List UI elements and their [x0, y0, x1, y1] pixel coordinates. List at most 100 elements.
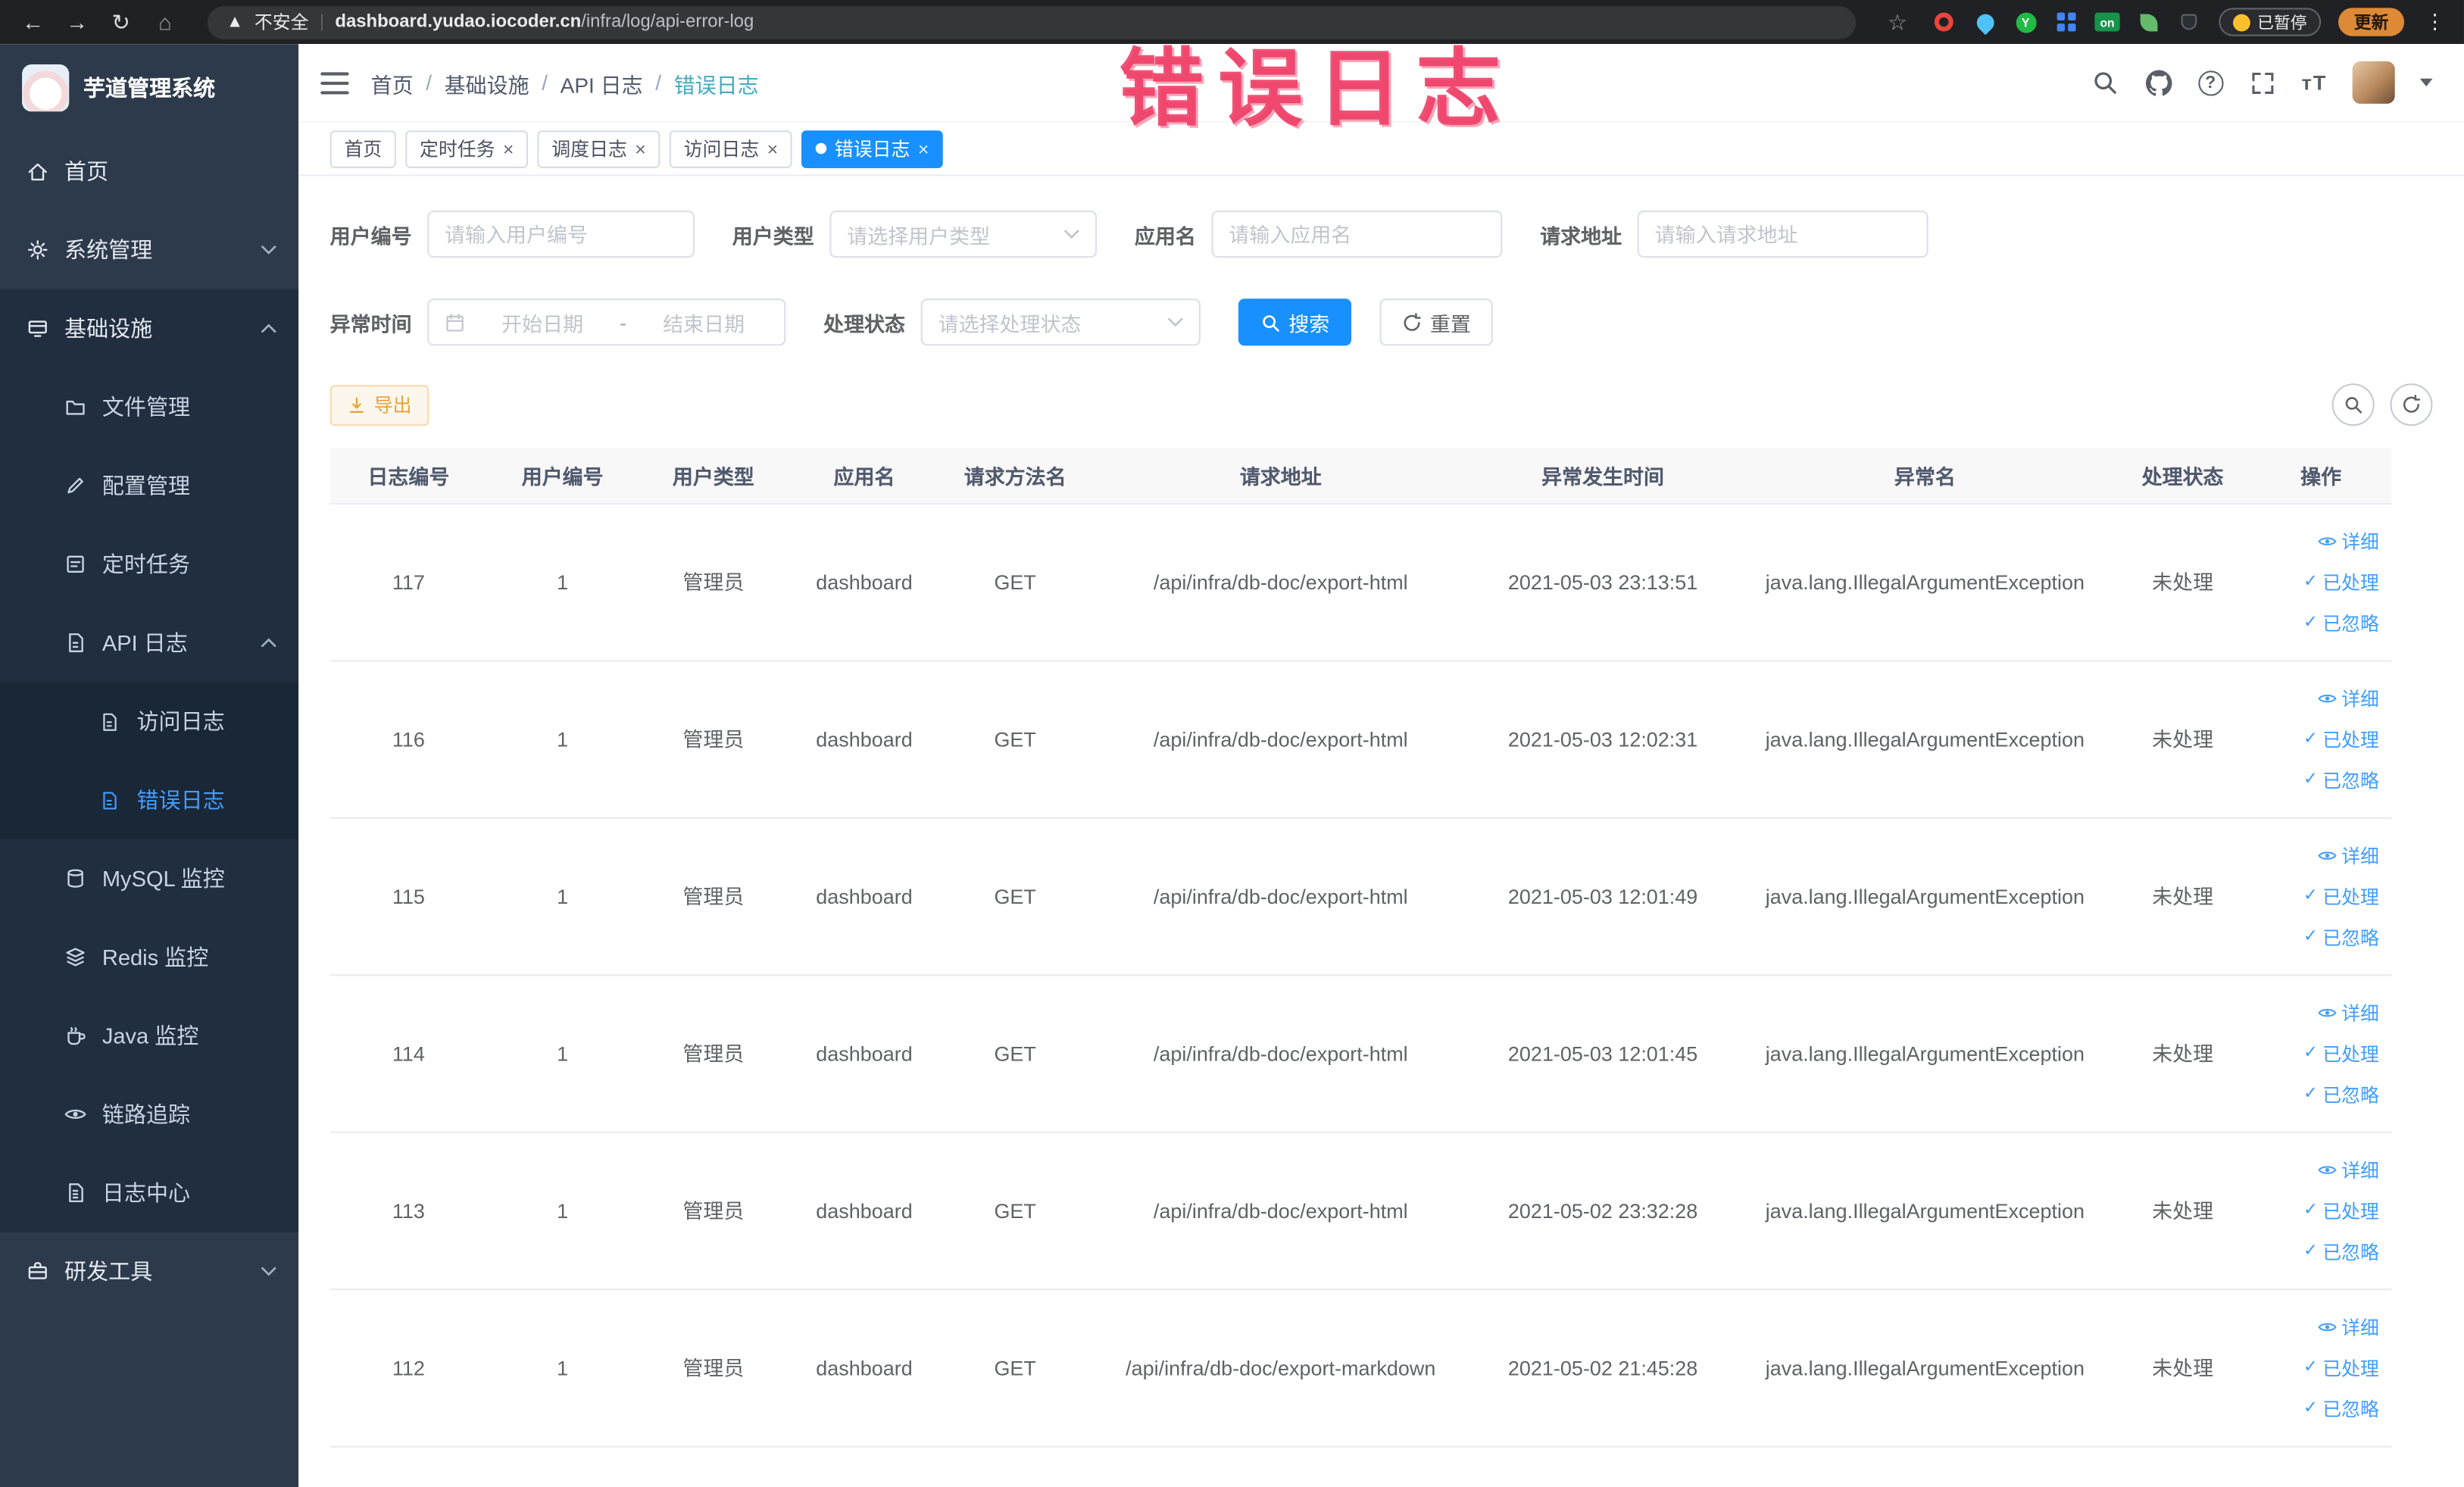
- user-id-label: 用户编号: [329, 223, 412, 248]
- tab-scheduled-tasks[interactable]: 定时任务 ×: [405, 130, 529, 167]
- sidebar-item-label: 访问日志: [136, 708, 225, 734]
- extension-pin-icon[interactable]: [2177, 10, 2200, 33]
- sidebar-item-log-center[interactable]: 日志中心: [0, 1154, 298, 1232]
- chevron-down-icon: [1167, 317, 1183, 327]
- sidebar-item-mysql-monitor[interactable]: MySQL 监控: [0, 839, 298, 918]
- sidebar-item-dev-tools[interactable]: 研发工具: [0, 1232, 298, 1310]
- page-url: dashboard.yudao.iocoder.cn/infra/log/api…: [335, 12, 754, 32]
- detail-link[interactable]: 详细: [2318, 1313, 2379, 1341]
- check-icon: ✓: [2303, 572, 2319, 592]
- tags-view-bar: 首页 定时任务 × 调度日志 × 访问日志 × 错误日志 ×: [298, 123, 2464, 177]
- sidebar-item-home[interactable]: 首页: [0, 132, 298, 211]
- check-icon: ✓: [2303, 1398, 2319, 1418]
- breadcrumb-item[interactable]: 首页: [371, 67, 414, 98]
- ignored-link[interactable]: ✓ 已忽略: [2303, 1238, 2379, 1266]
- chevron-up-icon: [261, 638, 276, 648]
- extension-recorder-icon[interactable]: [1932, 10, 1956, 33]
- tab-error-log[interactable]: 错误日志 ×: [801, 130, 944, 167]
- infrastructure-icon: [25, 317, 48, 340]
- sidebar-item-redis-monitor[interactable]: Redis 监控: [0, 918, 298, 997]
- sidebar-item-access-log[interactable]: 访问日志: [0, 682, 298, 761]
- sidebar-item-error-log[interactable]: 错误日志: [0, 761, 298, 839]
- font-size-icon[interactable]: тT: [2302, 70, 2328, 94]
- sidebar-item-api-logs[interactable]: API 日志: [0, 604, 298, 683]
- sidebar-item-tracing[interactable]: 链路追踪: [0, 1075, 298, 1154]
- update-button[interactable]: 更新: [2338, 8, 2405, 36]
- processed-link[interactable]: ✓ 已处理: [2303, 568, 2379, 596]
- exception-time-range-picker[interactable]: 开始日期 - 结束日期: [427, 298, 786, 346]
- app-name-input[interactable]: [1211, 210, 1503, 258]
- close-icon[interactable]: ×: [503, 139, 514, 158]
- request-url-input[interactable]: [1637, 210, 1928, 258]
- process-status-select[interactable]: 请选择处理状态: [920, 298, 1201, 346]
- fullscreen-icon[interactable]: [2248, 68, 2276, 96]
- tab-access-log[interactable]: 访问日志 ×: [669, 130, 792, 167]
- ignored-link[interactable]: ✓ 已忽略: [2303, 766, 2379, 794]
- app-logo[interactable]: 芋道管理系统: [0, 44, 298, 132]
- sidebar-toggle-icon[interactable]: [320, 71, 349, 94]
- detail-link[interactable]: 详细: [2318, 842, 2379, 870]
- ignored-link[interactable]: ✓ 已忽略: [2303, 1395, 2379, 1423]
- user-avatar[interactable]: [2352, 61, 2395, 104]
- github-icon[interactable]: [2144, 68, 2172, 96]
- close-icon[interactable]: ×: [918, 139, 929, 158]
- breadcrumb-item[interactable]: 基础设施: [445, 67, 529, 98]
- sidebar-item-infrastructure[interactable]: 基础设施: [0, 289, 298, 368]
- extension-yapi-icon[interactable]: Y: [2014, 10, 2038, 33]
- ignored-link[interactable]: ✓ 已忽略: [2303, 923, 2379, 951]
- sidebar-item-file-management[interactable]: 文件管理: [0, 367, 298, 446]
- search-button[interactable]: 搜索: [1238, 298, 1352, 346]
- browser-menu-icon[interactable]: ⋮: [2422, 9, 2448, 34]
- address-bar[interactable]: ▲ 不安全 | dashboard.yudao.iocoder.cn/infra…: [207, 5, 1856, 39]
- end-date-placeholder: 结束日期: [663, 311, 745, 336]
- detail-link[interactable]: 详细: [2318, 684, 2379, 712]
- export-button[interactable]: 导出: [329, 384, 429, 426]
- user-type-select[interactable]: 请选择用户类型: [829, 210, 1098, 258]
- extension-leaf-icon[interactable]: [2136, 10, 2160, 33]
- paused-chip[interactable]: 已暂停: [2218, 8, 2322, 36]
- sidebar-item-system-management[interactable]: 系统管理: [0, 211, 298, 289]
- detail-link[interactable]: 详细: [2318, 998, 2379, 1026]
- toggle-search-button[interactable]: [2331, 383, 2375, 426]
- search-icon[interactable]: [2091, 68, 2119, 96]
- processed-link[interactable]: ✓ 已处理: [2303, 883, 2379, 911]
- user-id-input[interactable]: [427, 210, 695, 258]
- help-icon[interactable]: ?: [2197, 70, 2223, 95]
- tab-dispatch-log[interactable]: 调度日志 ×: [537, 130, 661, 167]
- close-icon[interactable]: ×: [767, 139, 779, 158]
- sidebar-item-java-monitor[interactable]: Java 监控: [0, 996, 298, 1075]
- detail-link[interactable]: 详细: [2318, 527, 2379, 555]
- table-row: 113 1 管理员 dashboard GET /api/infra/db-do…: [329, 1133, 2392, 1291]
- gear-icon: [25, 238, 48, 261]
- sidebar-item-config-management[interactable]: 配置管理: [0, 446, 298, 525]
- processed-link[interactable]: ✓ 已处理: [2303, 1197, 2379, 1225]
- tab-home[interactable]: 首页: [329, 130, 396, 167]
- breadcrumb-item[interactable]: API 日志: [561, 67, 643, 98]
- extension-grid-icon[interactable]: [2055, 10, 2078, 33]
- processed-link[interactable]: ✓ 已处理: [2303, 1354, 2379, 1382]
- sidebar-item-scheduled-tasks[interactable]: 定时任务: [0, 525, 298, 604]
- request-url-label: 请求地址: [1540, 223, 1622, 248]
- main-area: 首页 / 基础设施 / API 日志 / 错误日志 ? тT 首页 定时任务 ×…: [298, 44, 2464, 1487]
- processed-link[interactable]: ✓ 已处理: [2303, 1039, 2379, 1067]
- bookmark-star-icon[interactable]: ☆: [1880, 0, 1915, 44]
- close-icon[interactable]: ×: [635, 139, 646, 158]
- detail-link[interactable]: 详细: [2318, 1156, 2379, 1184]
- forward-icon[interactable]: →: [60, 0, 95, 44]
- processed-link[interactable]: ✓ 已处理: [2303, 725, 2379, 753]
- sidebar-item-label: API 日志: [101, 629, 188, 656]
- ignored-link[interactable]: ✓ 已忽略: [2303, 1080, 2379, 1108]
- home-icon: [25, 160, 48, 183]
- home-browser-icon[interactable]: ⌂: [148, 0, 183, 44]
- reload-icon[interactable]: ↻: [104, 0, 139, 44]
- app-name-label: 应用名: [1134, 223, 1196, 248]
- avatar-caret-icon[interactable]: [2419, 78, 2433, 87]
- ignored-link[interactable]: ✓ 已忽略: [2303, 609, 2379, 637]
- security-label: 不安全: [254, 14, 309, 33]
- refresh-button[interactable]: [2390, 383, 2433, 426]
- extension-droplet-icon[interactable]: [1972, 9, 1997, 35]
- extension-on-badge[interactable]: on: [2094, 10, 2120, 33]
- check-icon: ✓: [2303, 770, 2319, 789]
- reset-button[interactable]: 重置: [1379, 298, 1493, 346]
- back-icon[interactable]: ←: [16, 0, 51, 44]
